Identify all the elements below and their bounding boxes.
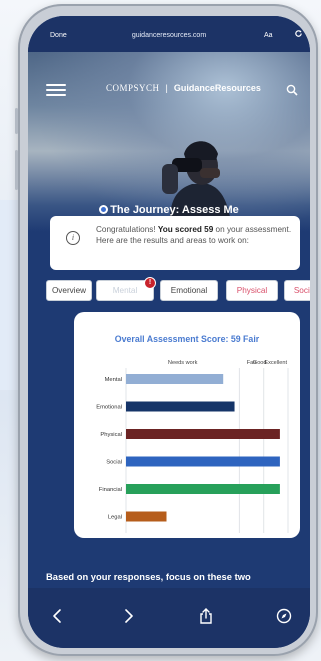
brand-left: COMPSYCH (106, 83, 160, 93)
bar-social (126, 456, 280, 467)
zone-label: Excellent (264, 360, 287, 366)
browser-toolbar (28, 588, 310, 648)
category-label: Legal (108, 515, 122, 521)
tab-physical[interactable]: Physical (226, 280, 278, 301)
menu-icon[interactable] (46, 84, 66, 96)
congrats-prefix: Congratulations! (96, 225, 158, 234)
search-icon[interactable] (286, 84, 298, 96)
category-label: Social (106, 460, 122, 466)
brand-logo[interactable]: COMPSYCH | GuidanceResources (106, 83, 261, 93)
score-text: You scored 59 (157, 225, 214, 234)
text-size-button[interactable]: Aa (264, 32, 273, 39)
share-icon[interactable] (198, 608, 214, 624)
forward-icon[interactable] (120, 608, 136, 624)
bar-financial (126, 484, 280, 494)
site-header: COMPSYCH | GuidanceResources (28, 80, 310, 100)
category-label: Physical (100, 432, 122, 438)
phone-side-button (15, 150, 18, 190)
tab-social[interactable]: Social (284, 280, 310, 301)
browser-bar: Done guidanceresources.com Aa (28, 16, 310, 52)
assessment-chart: Needs work FairGoodExcellentMentalEmotion… (96, 360, 289, 533)
assess-icon (99, 205, 109, 214)
phone-side-button (15, 108, 18, 134)
category-label: Financial (99, 487, 122, 493)
congrats-card: i Congratulations! You scored 59 on your… (50, 216, 300, 270)
tab-emotional[interactable]: Emotional (160, 280, 218, 301)
assessment-chart-card: Overall Assessment Score: 59 Fair Needs … (74, 312, 300, 538)
congrats-text: Congratulations! You scored 59 on your a… (96, 224, 292, 246)
bar-legal (126, 511, 167, 522)
zone-label: Needs work (168, 360, 198, 366)
bar-emotional (126, 401, 235, 412)
bar-mental (126, 374, 224, 384)
brand-right: GuidanceResources (173, 83, 261, 93)
compass-icon[interactable] (276, 608, 292, 624)
tab-overview[interactable]: Overview (46, 280, 92, 301)
page-title: The Journey: Assess Me (28, 204, 310, 216)
alert-badge: ! (144, 277, 156, 289)
focus-heading: Based on your responses, focus on these … (46, 571, 251, 582)
reload-icon[interactable] (294, 29, 303, 41)
back-icon[interactable] (50, 608, 66, 624)
info-icon: i (66, 231, 80, 245)
phone-screen: Done guidanceresources.com Aa COMPSYCH | G… (28, 16, 310, 648)
bar-physical (126, 429, 280, 439)
page-title-text: The Journey: Assess Me (110, 204, 239, 216)
category-label: Mental (105, 377, 122, 383)
category-label: Emotional (96, 405, 122, 411)
brand-separator: | (165, 83, 168, 93)
